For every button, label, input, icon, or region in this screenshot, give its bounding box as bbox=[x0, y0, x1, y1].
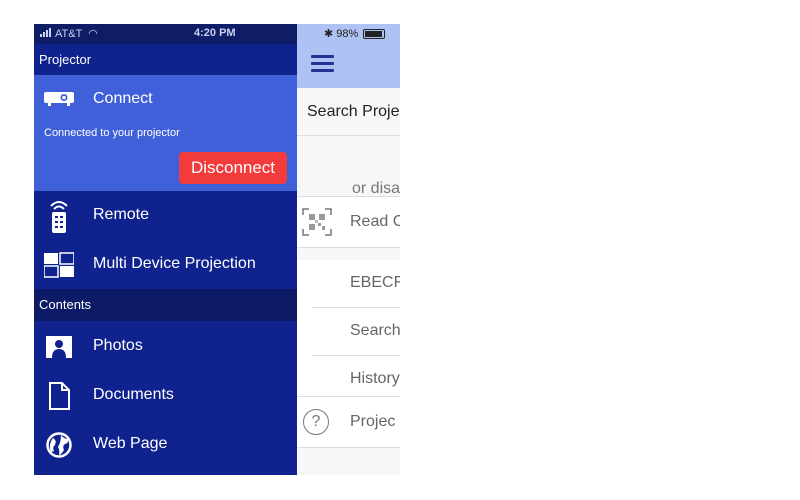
help-icon: ? bbox=[303, 409, 329, 435]
section-header-projector: Projector bbox=[34, 44, 297, 75]
menu-item-label: Multi Device Projection bbox=[93, 255, 256, 272]
document-icon bbox=[49, 382, 70, 410]
menu-item-photos[interactable]: Photos bbox=[34, 323, 297, 371]
section-header-label: Contents bbox=[39, 297, 92, 312]
connect-panel: Connect Connected to your projector Disc… bbox=[34, 75, 297, 191]
connect-label: Connect bbox=[93, 90, 153, 107]
status-bar: AT&T ◠ 4:20 PM bbox=[34, 24, 297, 44]
menu-item-multi-device-projection[interactable]: Multi Device Projection bbox=[34, 241, 297, 289]
status-time: 4:20 PM bbox=[194, 27, 236, 39]
read-qr-label: Read C bbox=[350, 213, 400, 230]
menu-item-documents[interactable]: Documents bbox=[34, 372, 297, 420]
bluetooth-icon: ✱ bbox=[324, 28, 334, 40]
menu-item-label: Remote bbox=[93, 206, 150, 223]
signal-icon bbox=[40, 28, 52, 40]
list-item-label: Search bbox=[350, 322, 400, 339]
background-status-bar: ✱ 98% bbox=[324, 27, 386, 40]
photos-icon bbox=[46, 336, 72, 358]
search-projector-title-row: Search Proje bbox=[297, 88, 400, 136]
projector-info-label: Projec bbox=[350, 413, 396, 430]
disconnect-button[interactable]: Disconnect bbox=[179, 152, 287, 184]
menu-item-label: Documents bbox=[93, 386, 174, 403]
carrier-indicator: AT&T ◠ bbox=[40, 27, 98, 40]
connection-status-text: Connected to your projector bbox=[44, 127, 180, 139]
phone-screen: ✱ 98% Search Proje or disa Read C EBECF … bbox=[34, 24, 400, 475]
navigation-drawer: AT&T ◠ 4:20 PM Projector Connect Connect… bbox=[34, 24, 297, 475]
wifi-icon: ◠ bbox=[88, 28, 98, 40]
globe-icon bbox=[46, 432, 72, 458]
qr-code-icon bbox=[302, 208, 332, 236]
connect-item[interactable]: Connect bbox=[34, 75, 297, 121]
carrier-label: AT&T bbox=[55, 28, 83, 40]
battery-percent: 98% bbox=[336, 28, 359, 40]
search-projector-title: Search Proje bbox=[307, 103, 400, 120]
multi-device-icon bbox=[44, 252, 74, 278]
list-item[interactable]: Search bbox=[312, 308, 400, 356]
projector-icon bbox=[44, 92, 74, 106]
search-options-list: EBECF Search History bbox=[297, 260, 400, 403]
list-item-label: History bbox=[350, 370, 400, 387]
search-projector-panel: Search Proje or disa Read C EBECF Search bbox=[297, 88, 400, 475]
menu-item-web-page[interactable]: Web Page bbox=[34, 421, 297, 469]
menu-item-remote[interactable]: Remote bbox=[34, 192, 297, 240]
list-item-label: EBECF bbox=[350, 274, 400, 291]
hamburger-menu-icon[interactable] bbox=[311, 55, 334, 73]
remote-icon bbox=[50, 201, 68, 233]
section-header-contents: Contents bbox=[34, 289, 297, 321]
menu-item-label: Photos bbox=[93, 337, 143, 354]
projector-info-row[interactable]: ? Projec bbox=[297, 396, 400, 448]
menu-item-label: Web Page bbox=[93, 435, 168, 452]
section-header-label: Projector bbox=[39, 52, 92, 67]
list-item[interactable]: EBECF bbox=[312, 260, 400, 308]
read-qr-row[interactable]: Read C bbox=[297, 196, 400, 248]
battery-icon bbox=[363, 29, 386, 40]
